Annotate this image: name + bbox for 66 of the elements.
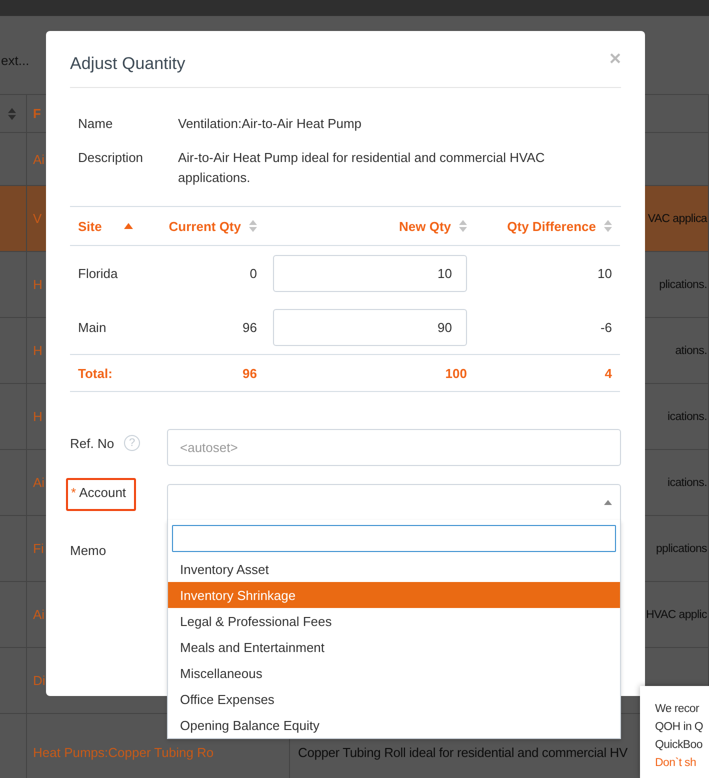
- caret-icon: [604, 500, 612, 505]
- table-cell: Heat Pumps:Copper Tubing Ro: [33, 745, 214, 760]
- detail-label: Name: [78, 115, 114, 133]
- current-qty-cell: 0: [250, 266, 257, 280]
- search-text: ext...: [1, 52, 30, 68]
- notification-text: QuickBoo: [655, 738, 704, 753]
- dropdown-option[interactable]: Inventory Asset: [168, 556, 620, 582]
- dropdown-option[interactable]: Meals and Entertainment: [168, 634, 620, 660]
- total-cell: 4: [604, 366, 612, 380]
- detail-value: Ventilation:Air-to-Air Heat Pump: [178, 115, 363, 133]
- dropdown-option[interactable]: Miscellaneous: [168, 660, 620, 686]
- detail-label: Description: [78, 149, 144, 167]
- dropdown-option[interactable]: Opening Balance Equity: [168, 712, 620, 738]
- close-button[interactable]: ×: [609, 48, 621, 70]
- field-label: Memo: [70, 543, 106, 558]
- account-select[interactable]: [167, 484, 621, 521]
- current-qty-cell: 96: [242, 320, 257, 334]
- sort-icon[interactable]: [459, 220, 467, 232]
- dropdown-option[interactable]: Inventory Shrinkage: [168, 582, 620, 608]
- sort-icon[interactable]: [8, 108, 16, 120]
- notification-text: We recor: [655, 702, 700, 717]
- qty-difference-cell: -6: [600, 320, 612, 334]
- table-cell: Ai: [33, 475, 45, 490]
- search-field[interactable]: [172, 525, 616, 552]
- sort-icon[interactable]: [604, 220, 612, 232]
- table-cell: H: [33, 409, 42, 424]
- table-cell: Di: [33, 673, 46, 688]
- site-cell: Florida: [78, 266, 118, 280]
- dismiss-link[interactable]: Don`t sh: [655, 754, 709, 772]
- total-cell: 100: [445, 366, 467, 380]
- table-cell: H: [33, 277, 42, 292]
- qty-difference-cell: 10: [598, 266, 612, 280]
- column-header[interactable]: Qty Difference: [507, 218, 596, 234]
- table-cell: ications.: [668, 476, 707, 488]
- dialog-title: Adjust Quantity: [70, 53, 186, 74]
- sort-icon[interactable]: [249, 220, 257, 232]
- table-cell: H: [33, 343, 42, 358]
- new-qty-input[interactable]: 10: [273, 254, 467, 292]
- table-cell: pplications: [656, 542, 707, 554]
- column-header[interactable]: Current Qty: [168, 218, 241, 234]
- detail-value: Air-to-Air Heat Pump ideal for residential and commercial HVAC applications.: [178, 149, 546, 187]
- dropdown-option[interactable]: Legal & Professional Fees: [168, 608, 620, 634]
- table-cell: Ai: [33, 607, 45, 622]
- notification-text: QOH in Q: [655, 720, 704, 735]
- total-label: Total:: [78, 366, 112, 380]
- total-cell: 96: [242, 366, 257, 380]
- account-label: * Account: [66, 478, 136, 511]
- column-header[interactable]: F: [33, 106, 41, 121]
- table-cell: ations.: [675, 344, 707, 356]
- table-cell: HVAC applic: [646, 608, 707, 620]
- table-cell: VAC applica: [648, 212, 707, 224]
- table-cell: Fi: [33, 541, 44, 556]
- column-header[interactable]: New Qty: [398, 218, 451, 234]
- table-cell: Copper Tubing Roll ideal for residential and commercial HV: [298, 745, 628, 760]
- field-label: Ref. No: [70, 436, 114, 450]
- site-cell: Main: [78, 320, 106, 334]
- column-header[interactable]: Site: [78, 218, 102, 234]
- help-icon[interactable]: ?: [124, 435, 140, 451]
- table-cell: V: [33, 211, 42, 226]
- new-qty-input[interactable]: 90: [273, 308, 467, 346]
- table-cell: Ai: [33, 152, 45, 166]
- table-cell: plications.: [659, 278, 707, 290]
- dropdown-option[interactable]: Office Expenses: [168, 686, 620, 712]
- ref-no-input[interactable]: <autoset>: [167, 429, 621, 466]
- table-cell: ications.: [668, 410, 707, 422]
- sort-ascending-icon[interactable]: [124, 223, 133, 229]
